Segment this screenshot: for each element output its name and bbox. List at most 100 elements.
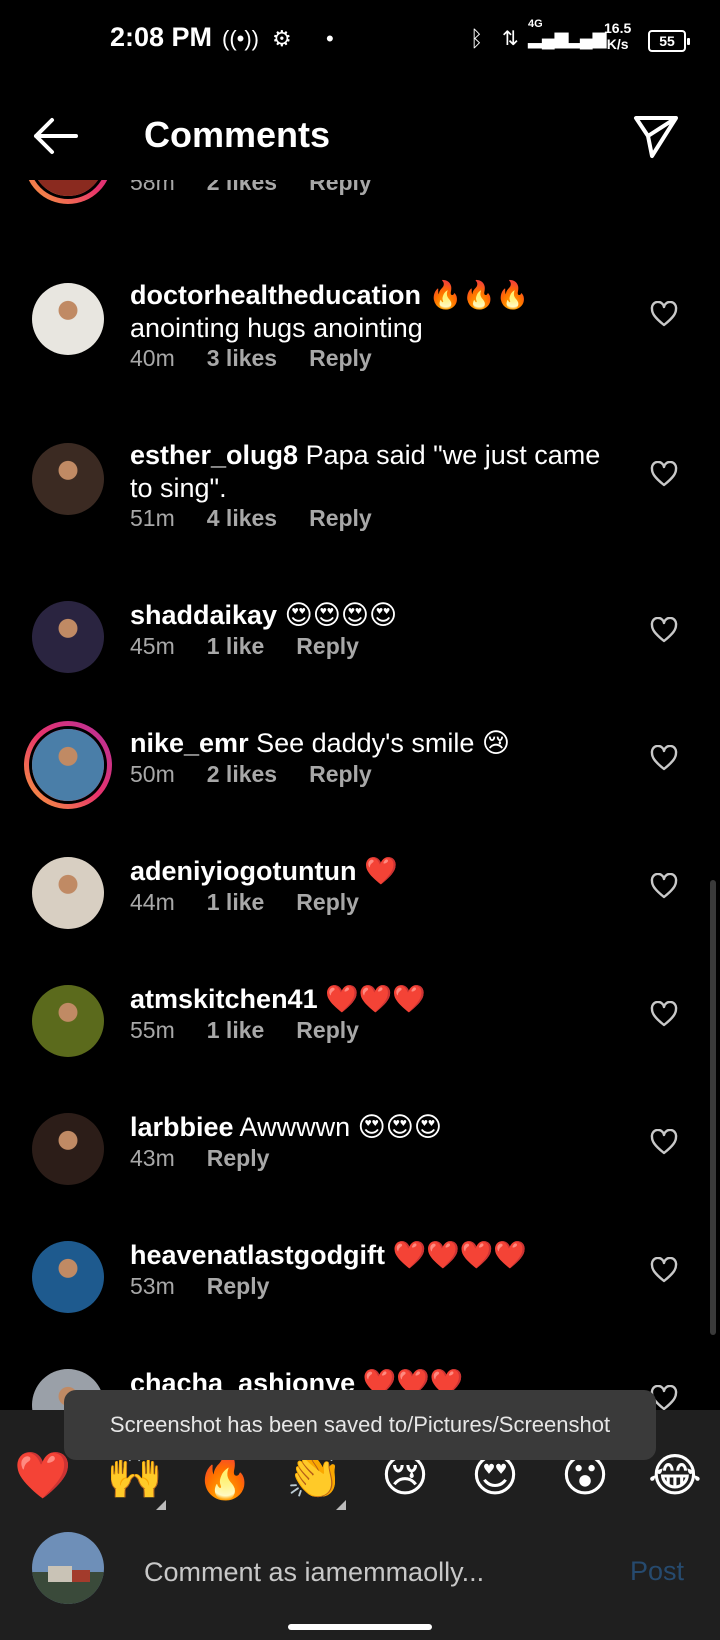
comment-username[interactable]: atmskitchen41 xyxy=(130,984,318,1014)
comment-username[interactable]: nike_emr xyxy=(130,728,249,758)
reply-button[interactable]: Reply xyxy=(296,889,359,915)
comment-row: atmskitchen41 ❤️❤️❤️ 55m 1 like Reply xyxy=(0,977,720,1097)
avatar-ring-inner xyxy=(29,726,107,804)
skin-tone-indicator-icon xyxy=(156,1500,166,1510)
comment-text: atmskitchen41 ❤️❤️❤️ xyxy=(130,983,610,1016)
heart-outline-icon xyxy=(650,460,678,487)
avatar[interactable] xyxy=(32,283,104,355)
avatar-image xyxy=(32,985,104,1057)
comment-body: Awwwwn 😍😍😍 xyxy=(233,1112,443,1142)
comment-username[interactable]: shaddaikay xyxy=(130,600,277,630)
avatar[interactable] xyxy=(24,721,112,809)
share-button[interactable] xyxy=(630,110,682,162)
heart-outline-icon xyxy=(650,300,678,327)
comment-text: shaddaikay 😍😍😍😍 xyxy=(130,599,610,632)
comment-row: 58m 2 likes Reply xyxy=(0,180,720,280)
avatar-image xyxy=(32,729,104,801)
like-count[interactable]: 2 likes xyxy=(207,761,277,787)
reaction-emoji-glyph: 😂 xyxy=(648,1449,702,1501)
avatar[interactable] xyxy=(32,1113,104,1185)
avatar[interactable] xyxy=(32,601,104,673)
like-count[interactable]: 2 likes xyxy=(207,180,277,195)
skin-tone-indicator-icon xyxy=(336,1500,346,1510)
reply-button[interactable]: Reply xyxy=(207,1273,270,1299)
avatar[interactable] xyxy=(32,443,104,515)
like-count[interactable]: 1 like xyxy=(207,889,265,915)
comment-meta: 50m 2 likes Reply xyxy=(130,761,404,788)
comment-body: 😍😍😍😍 xyxy=(277,600,398,630)
comment-time: 44m xyxy=(130,889,175,915)
like-count[interactable]: 4 likes xyxy=(207,505,277,531)
comment-text: esther_olug8 Papa said "we just came to … xyxy=(130,439,610,505)
reply-button[interactable]: Reply xyxy=(296,1017,359,1043)
comment-text: adeniyiogotuntun ❤️ xyxy=(130,855,610,888)
back-button[interactable] xyxy=(30,114,80,158)
like-button[interactable] xyxy=(650,300,678,327)
avatar-ring-inner xyxy=(29,180,107,199)
comment-meta: 55m 1 like Reply xyxy=(130,1017,391,1044)
comments-list[interactable]: 58m 2 likes Reply doctorhealtheducation 🔥🔥🔥… xyxy=(0,180,720,1410)
comment-text: doctorhealtheducation 🔥🔥🔥 anointing hugs… xyxy=(130,279,610,345)
bluetooth-icon: ᛒ xyxy=(470,26,484,51)
like-count[interactable]: 3 likes xyxy=(207,345,277,371)
comment-row: larbbiee Awwwwn 😍😍😍 43m Reply xyxy=(0,1105,720,1225)
home-indicator[interactable] xyxy=(288,1624,432,1630)
paper-plane-icon xyxy=(634,116,678,158)
comment-time: 53m xyxy=(130,1273,175,1299)
comment-row: shaddaikay 😍😍😍😍 45m 1 like Reply xyxy=(0,593,720,713)
header: Comments xyxy=(0,96,720,176)
reply-button[interactable]: Reply xyxy=(309,761,372,787)
bottom-panel: ❤️ 🙌 🔥 👏 😢 😍 😮 😂 Screenshot has been saved to/P… xyxy=(0,1390,720,1640)
avatar-image xyxy=(32,283,104,355)
reply-button[interactable]: Reply xyxy=(309,345,372,371)
avatar[interactable] xyxy=(32,857,104,929)
comment-username[interactable]: esther_olug8 xyxy=(130,440,298,470)
scrollbar[interactable] xyxy=(710,880,716,1335)
comment-body: ❤️❤️❤️ xyxy=(317,984,426,1014)
comment-body: ❤️ xyxy=(356,856,398,886)
comment-row: adeniyiogotuntun ❤️ 44m 1 like Reply xyxy=(0,849,720,969)
dot-icon: • xyxy=(326,26,334,51)
comment-meta: 58m 2 likes Reply xyxy=(130,180,404,196)
post-button[interactable]: Post xyxy=(630,1556,684,1587)
comment-row: heavenatlastgodgift ❤️❤️❤️❤️ 53m Reply xyxy=(0,1233,720,1353)
reply-button[interactable]: Reply xyxy=(296,633,359,659)
comment-text: nike_emr See daddy's smile 😢 xyxy=(130,727,610,760)
comment-time: 51m xyxy=(130,505,175,531)
avatar-image xyxy=(32,1113,104,1185)
like-button[interactable] xyxy=(650,1000,678,1027)
comment-username[interactable]: adeniyiogotuntun xyxy=(130,856,356,886)
comment-row: esther_olug8 Papa said "we just came to … xyxy=(0,433,720,553)
avatar-image xyxy=(32,180,104,196)
signal-icon-1: ▂▄▆ xyxy=(528,28,569,48)
avatar[interactable] xyxy=(24,180,112,204)
like-button[interactable] xyxy=(650,460,678,487)
comment-time: 45m xyxy=(130,633,175,659)
status-bar: 2:08 PM ((•)) ⚙ • ᛒ ⇅ 4G ▂▄▆ ▂▄▆ 16.5 K/… xyxy=(0,0,720,80)
like-count[interactable]: 1 like xyxy=(207,1017,265,1043)
hotspot-icon: ((•)) xyxy=(222,26,260,51)
reply-button[interactable]: Reply xyxy=(309,180,372,195)
data-transfer-icon: ⇅ xyxy=(502,28,519,50)
like-button[interactable] xyxy=(650,616,678,643)
arrow-left-icon xyxy=(34,118,78,154)
comment-time: 58m xyxy=(130,180,175,195)
comment-meta: 53m Reply xyxy=(130,1273,301,1300)
like-button[interactable] xyxy=(650,744,678,771)
comment-username[interactable]: doctorhealtheducation xyxy=(130,280,421,310)
like-button[interactable] xyxy=(650,1256,678,1283)
like-count[interactable]: 1 like xyxy=(207,633,265,659)
user-avatar-image xyxy=(32,1532,104,1604)
comment-time: 40m xyxy=(130,345,175,371)
reply-button[interactable]: Reply xyxy=(207,1145,270,1171)
avatar[interactable] xyxy=(32,1241,104,1313)
like-button[interactable] xyxy=(650,872,678,899)
reply-button[interactable]: Reply xyxy=(309,505,372,531)
comment-username[interactable]: heavenatlastgodgift xyxy=(130,1240,385,1270)
comment-meta: 43m Reply xyxy=(130,1145,301,1172)
avatar-image xyxy=(32,857,104,929)
comment-username[interactable]: larbbiee xyxy=(130,1112,234,1142)
avatar[interactable] xyxy=(32,985,104,1057)
like-button[interactable] xyxy=(650,1128,678,1155)
comment-input[interactable] xyxy=(144,1552,584,1592)
